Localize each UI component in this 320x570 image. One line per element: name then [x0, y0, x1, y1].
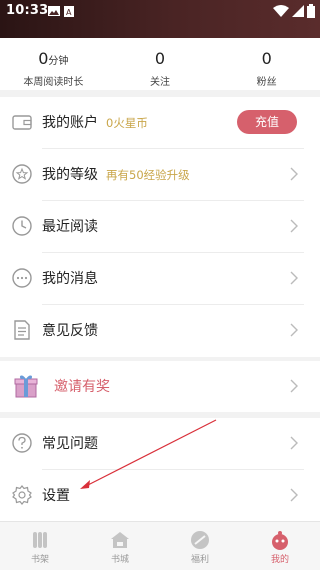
stat-followers[interactable]: 0 粉丝	[213, 38, 320, 90]
menu-item-messages[interactable]: 我的消息	[0, 253, 320, 304]
stat-value: 0	[38, 49, 49, 68]
clock-icon	[12, 216, 32, 236]
stat-unit: 分钟	[48, 56, 69, 67]
chevron-right-icon	[290, 219, 298, 233]
nav-label: 书城	[110, 555, 129, 565]
menu-item-label: 邀请有奖	[54, 379, 110, 395]
menu-group-main: 我的账户 0火星币 充值 我的等级 再有50经验升级 最近阅读 我的消息 意见反…	[0, 97, 320, 357]
help-icon	[12, 433, 32, 453]
notification-icon: A	[64, 6, 74, 17]
menu-item-label: 我的消息	[42, 271, 98, 287]
nav-tab-welfare[interactable]: 福利	[160, 522, 240, 570]
menu-item-invite[interactable]: 邀请有奖	[0, 361, 320, 412]
stat-label: 本周阅读时长	[23, 77, 84, 88]
menu-item-label: 我的等级	[42, 167, 98, 183]
gift-icon	[14, 375, 38, 398]
chevron-right-icon	[290, 488, 298, 502]
menu-item-recent-reading[interactable]: 最近阅读	[0, 201, 320, 252]
nav-tab-mine[interactable]: 我的	[240, 522, 320, 570]
svg-text:A: A	[66, 8, 72, 17]
menu-item-label: 我的账户	[42, 115, 98, 131]
document-icon	[14, 320, 30, 340]
menu-item-label: 常见问题	[42, 436, 98, 452]
chevron-right-icon	[290, 436, 298, 450]
nav-tab-bookstore[interactable]: 书城	[80, 522, 160, 570]
chevron-right-icon	[290, 167, 298, 181]
menu-item-settings[interactable]: 设置	[0, 470, 320, 521]
menu-group-invite: 邀请有奖	[0, 361, 320, 412]
welfare-icon	[191, 531, 209, 549]
stats-bar: 0分钟 本周阅读时长 0 关注 0 粉丝	[0, 38, 320, 90]
nav-label: 福利	[190, 555, 209, 565]
nav-label: 我的	[270, 555, 289, 565]
menu-item-label: 设置	[42, 488, 70, 504]
gallery-icon	[48, 6, 60, 16]
wifi-icon	[273, 5, 289, 17]
stat-label: 关注	[150, 77, 170, 88]
status-time: 10:33	[6, 3, 49, 18]
chevron-right-icon	[290, 271, 298, 285]
battery-icon	[307, 4, 315, 18]
bookshelf-icon	[33, 532, 47, 548]
bookstore-icon	[111, 532, 129, 548]
stat-value: 0	[261, 49, 272, 68]
menu-item-feedback[interactable]: 意见反馈	[0, 305, 320, 356]
star-icon	[12, 164, 32, 184]
chevron-right-icon	[290, 323, 298, 337]
nav-tab-bookshelf[interactable]: 书架	[0, 522, 80, 570]
menu-group-help: 常见问题 设置	[0, 418, 320, 521]
menu-item-account[interactable]: 我的账户 0火星币 充值	[0, 97, 320, 148]
stat-label: 粉丝	[256, 77, 277, 88]
menu-item-faq[interactable]: 常见问题	[0, 418, 320, 469]
stat-value: 0	[154, 49, 166, 68]
status-bar: 10:33 A	[0, 0, 320, 24]
message-icon	[12, 268, 32, 288]
recharge-button[interactable]: 充值	[237, 110, 297, 134]
menu-item-label: 意见反馈	[42, 323, 98, 339]
nav-label: 书架	[30, 555, 49, 565]
stat-reading-time[interactable]: 0分钟 本周阅读时长	[0, 38, 107, 90]
menu-item-level[interactable]: 我的等级 再有50经验升级	[0, 149, 320, 200]
signal-icon	[292, 5, 304, 17]
profile-icon	[272, 531, 288, 550]
menu-item-label: 最近阅读	[42, 219, 98, 235]
profile-header	[0, 24, 320, 38]
stat-following[interactable]: 0 关注	[107, 38, 214, 90]
bottom-nav: 书架 书城 福利 我的	[0, 521, 320, 570]
level-hint: 再有50经验升级	[106, 168, 190, 182]
wallet-icon	[12, 115, 32, 130]
coin-balance: 0火星币	[106, 116, 148, 130]
gear-icon	[12, 485, 32, 505]
chevron-right-icon	[290, 379, 298, 393]
